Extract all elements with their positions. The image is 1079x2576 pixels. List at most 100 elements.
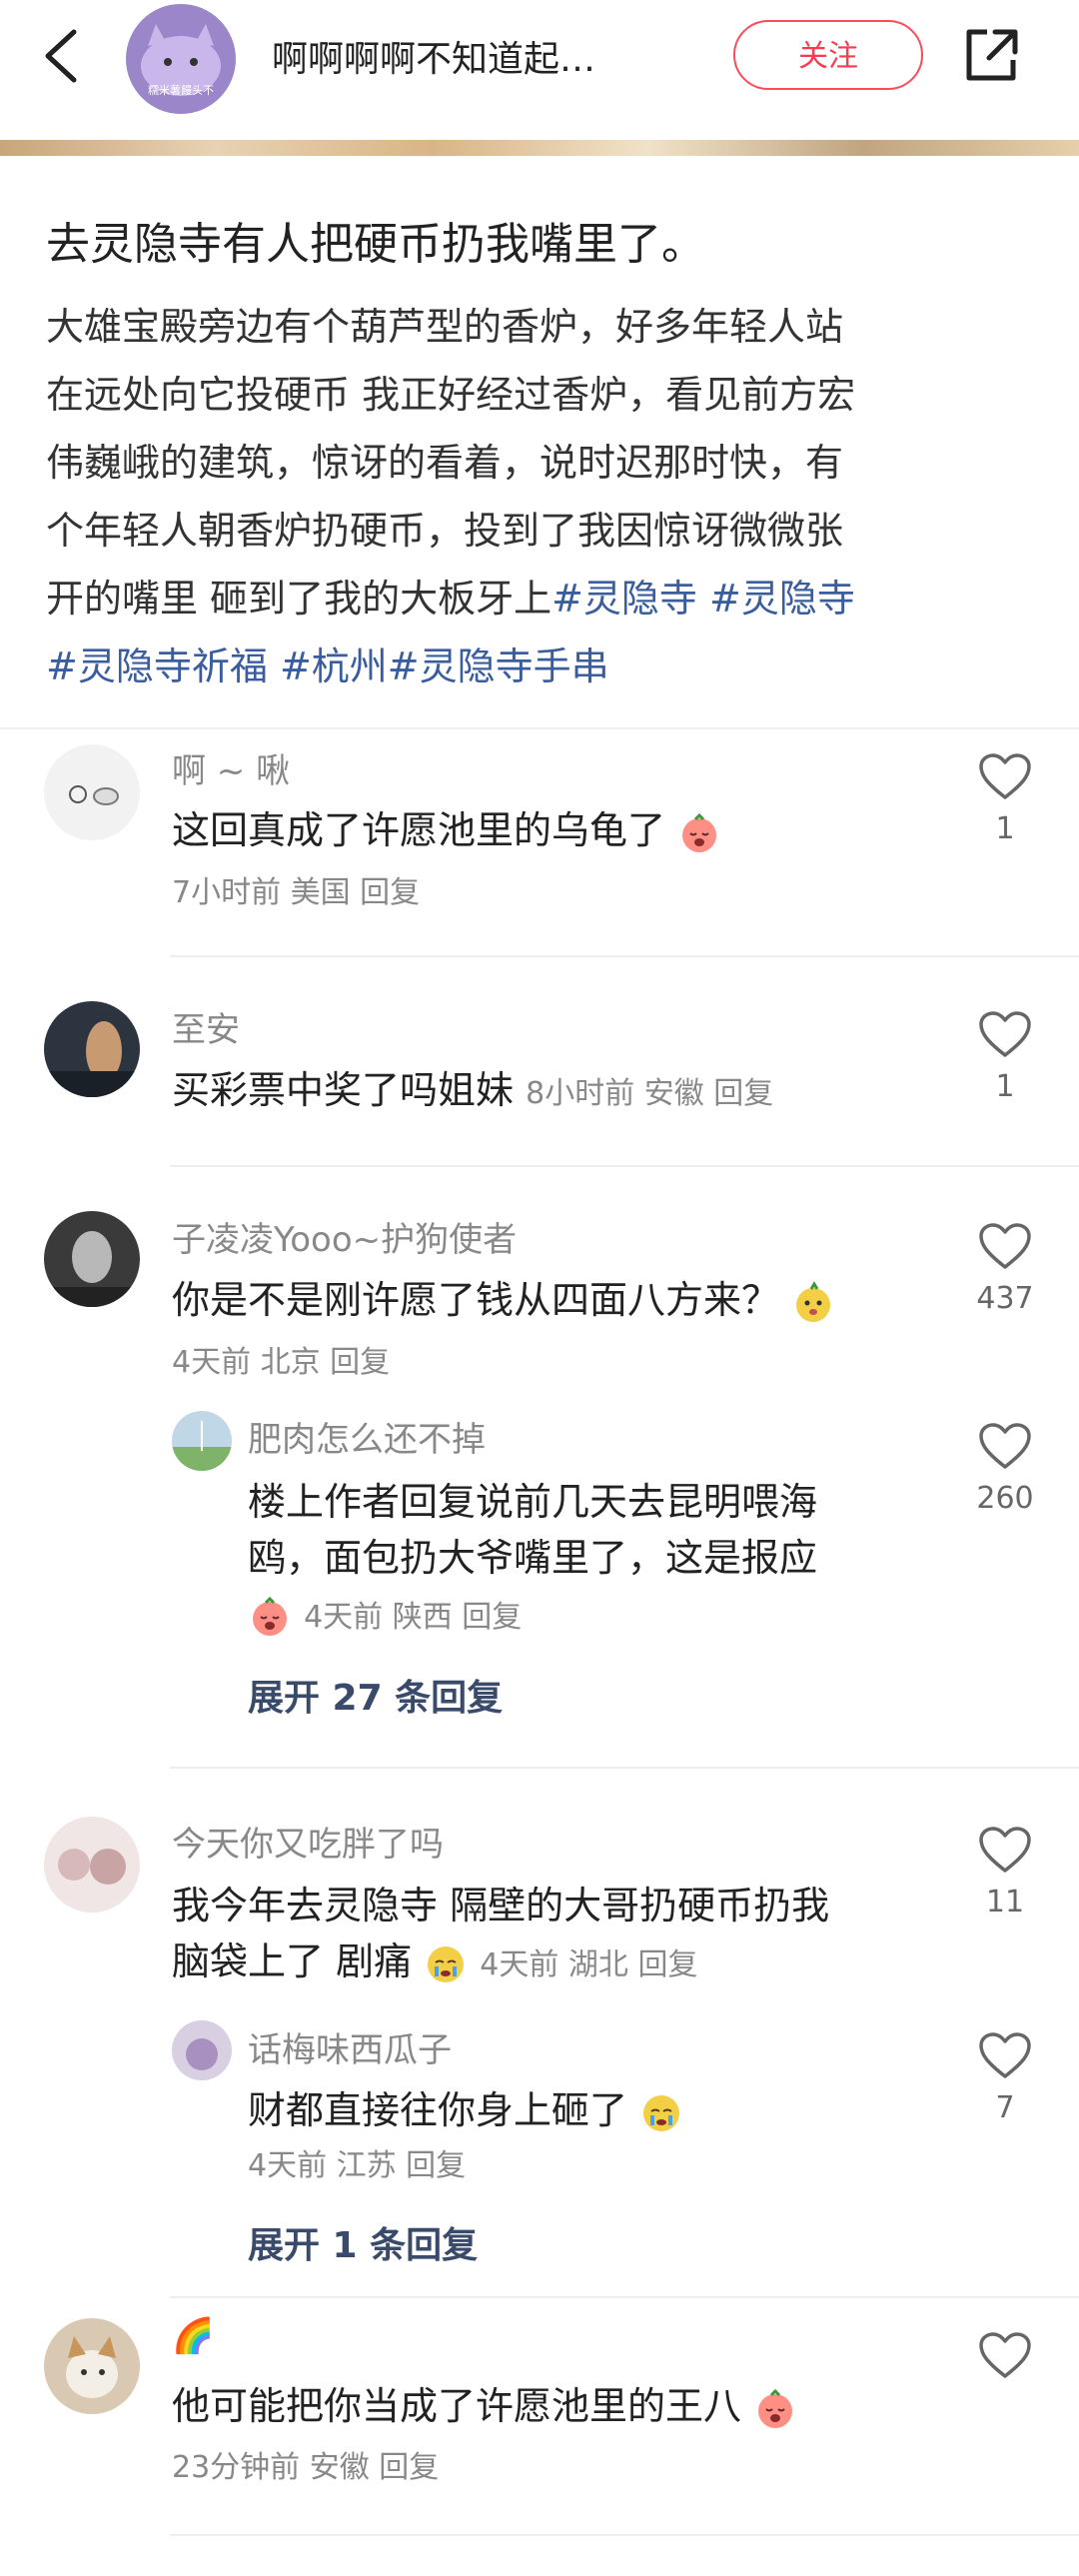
comment-text-content: 买彩票中奖了吗姐妹 <box>172 1068 515 1112</box>
like-count: 260 <box>976 1481 1034 1516</box>
crying-emoji-icon <box>758 2388 793 2428</box>
like-count: 7 <box>995 2090 1015 2125</box>
avatar[interactable] <box>44 1001 140 1097</box>
smiling-emoji-icon <box>796 1280 831 1322</box>
like-count: 437 <box>976 1281 1034 1316</box>
avatar[interactable] <box>44 2318 140 2414</box>
post-tags-line: #灵隐寺祈福 #杭州#灵隐寺手串 <box>46 633 1035 700</box>
comment-text-content: 脑袋上了 剧痛 <box>172 1939 413 1983</box>
post-body-line: 开的嘴里 砸到了我的大板牙上#灵隐寺 #灵隐寺 <box>46 565 1035 633</box>
hashtag[interactable]: #灵隐寺祈福 <box>46 644 268 688</box>
comment-username[interactable]: 至安 <box>172 1002 240 1051</box>
section-divider <box>0 727 1079 729</box>
hashtag[interactable]: #杭州 <box>280 644 388 688</box>
comment-username[interactable]: 子凌凌Yooo~护狗使者 <box>172 1212 517 1261</box>
avatar[interactable] <box>44 1817 140 1913</box>
comment-divider <box>170 1165 1079 1167</box>
landscape-avatar-icon <box>172 1421 232 1471</box>
photo-avatar-icon <box>186 2038 218 2070</box>
comment-text-content: 他可能把你当成了许愿池里的王八 <box>172 2384 742 2428</box>
post-body: 大雄宝殿旁边有个葫芦型的香炉，好多年轻人站 在远处向它投硬币 我正好经过香炉，看… <box>46 293 1035 700</box>
heart-icon <box>979 1423 1031 1469</box>
reply-text: 楼上作者回复说前几天去昆明喂海 <box>248 1480 818 1524</box>
portrait-avatar-icon <box>44 1231 140 1307</box>
comment-text: 脑袋上了 剧痛 4天前 湖北 回复 <box>172 1933 697 1993</box>
comment-divider <box>170 2296 1079 2298</box>
photo-avatar-icon <box>58 1849 126 1885</box>
post-image-edge <box>0 140 1079 156</box>
reply-meta: 4天前 江苏 回复 <box>248 2148 467 2183</box>
like-button[interactable]: 1 <box>965 1009 1045 1104</box>
comment-text-content: 你是不是刚许愿了钱从四面八方来？ <box>172 1278 780 1322</box>
heart-icon <box>979 1011 1031 1057</box>
crying-emoji-icon <box>428 1945 465 1982</box>
reply-text-content: 财都直接往你身上砸了 <box>248 2088 628 2132</box>
follow-button[interactable]: 关注 <box>733 20 923 90</box>
comment-meta: 7小时前 美国 回复 <box>172 875 421 910</box>
comment-text-content: 这回真成了许愿池里的乌龟了 <box>172 808 666 852</box>
top-bar: 糯米薯饅头不 啊啊啊啊不知道起… 关注 <box>0 0 1079 140</box>
like-button[interactable] <box>965 2330 1045 2380</box>
reply-text: 财都直接往你身上砸了 <box>248 2082 683 2138</box>
reply-avatar[interactable] <box>172 1411 232 1471</box>
expand-replies-button[interactable]: 展开 27 条回复 <box>248 1669 503 1721</box>
post-title: 去灵隐寺有人把硬币扔我嘴里了。 <box>46 219 705 270</box>
avatar-caption: 糯米薯饅头不 <box>148 84 214 97</box>
reply-meta: 4天前 陕西 回复 <box>304 1600 523 1635</box>
comment-divider <box>170 955 1079 957</box>
cat-avatar-icon <box>66 2336 118 2398</box>
post-body-line: 在远处向它投硬币 我正好经过香炉，看见前方宏 <box>46 373 856 417</box>
hashtag[interactable]: #灵隐寺手串 <box>388 644 609 688</box>
hashtag[interactable]: #灵隐寺 <box>709 577 855 621</box>
crying-emoji-icon <box>643 2094 680 2131</box>
heart-icon <box>979 2032 1031 2078</box>
like-button[interactable]: 437 <box>965 1221 1045 1316</box>
portrait-avatar-icon <box>44 1021 140 1097</box>
expand-replies-button[interactable]: 展开 1 条回复 <box>248 2216 478 2268</box>
reply-text: 鸥，面包扔大爷嘴里了，这是报应 <box>248 1536 818 1580</box>
post-body-line: 个年轻人朝香炉扔硬币，投到了我因惊讶微微张 <box>46 509 844 553</box>
like-count: 1 <box>995 1069 1015 1104</box>
post-body-line: 伟巍峨的建筑，惊讶的看着，说时迟那时快，有 <box>46 441 844 485</box>
like-count: 11 <box>985 1885 1025 1920</box>
comment-text: 买彩票中奖了吗姐妹 8小时前 安徽 回复 <box>172 1062 773 1122</box>
comment-text: 你是不是刚许愿了钱从四面八方来？ <box>172 1272 835 1328</box>
comment-username[interactable]: 🌈 <box>172 2316 214 2356</box>
doodle-avatar-icon <box>69 785 119 805</box>
comment-meta: 23分钟前 安徽 回复 <box>172 2450 440 2485</box>
back-icon[interactable] <box>38 28 88 84</box>
like-button[interactable]: 260 <box>965 1421 1045 1516</box>
comment-meta: 8小时前 安徽 回复 <box>526 1076 774 1111</box>
share-icon[interactable] <box>961 24 1021 86</box>
like-button[interactable]: 11 <box>965 1825 1045 1920</box>
heart-icon <box>979 753 1031 799</box>
crying-emoji-icon <box>682 812 717 852</box>
comment-text: 这回真成了许愿池里的乌龟了 <box>172 802 721 858</box>
post-body-line: 大雄宝殿旁边有个葫芦型的香炉，好多年轻人站 <box>46 305 844 349</box>
heart-icon <box>979 1827 1031 1873</box>
comment-username[interactable]: 今天你又吃胖了吗 <box>172 1817 444 1866</box>
comment-text: 他可能把你当成了许愿池里的王八 <box>172 2378 797 2434</box>
like-button[interactable]: 7 <box>965 2030 1045 2125</box>
comment-meta: 4天前 湖北 回复 <box>480 1947 698 1982</box>
like-button[interactable]: 1 <box>965 751 1045 846</box>
like-count: 1 <box>995 811 1015 846</box>
avatar[interactable] <box>44 744 140 840</box>
comment-text: 我今年去灵隐寺 隔壁的大哥扔硬币扔我 <box>172 1884 830 1928</box>
reply-avatar[interactable] <box>172 2020 232 2080</box>
comment-meta: 4天前 北京 回复 <box>172 1345 391 1380</box>
hashtag[interactable]: #灵隐寺 <box>551 577 697 621</box>
reply-username[interactable]: 肥肉怎么还不掉 <box>248 1412 486 1461</box>
heart-icon <box>979 2332 1031 2378</box>
author-avatar[interactable]: 糯米薯饅头不 <box>126 4 236 114</box>
reply-meta-line: 4天前 陕西 回复 <box>248 1586 522 1646</box>
heart-icon <box>979 1223 1031 1269</box>
author-name[interactable]: 啊啊啊啊不知道起… <box>272 30 595 82</box>
crying-emoji-icon <box>253 1596 287 1636</box>
post-body-text: 开的嘴里 砸到了我的大板牙上 <box>46 577 552 621</box>
comment-divider <box>170 1767 1079 1769</box>
comment-username[interactable]: 啊 ~ 啾 <box>172 743 290 792</box>
reply-username[interactable]: 话梅味西瓜子 <box>248 2022 452 2071</box>
comment-divider <box>170 2534 1079 2536</box>
avatar[interactable] <box>44 1211 140 1307</box>
